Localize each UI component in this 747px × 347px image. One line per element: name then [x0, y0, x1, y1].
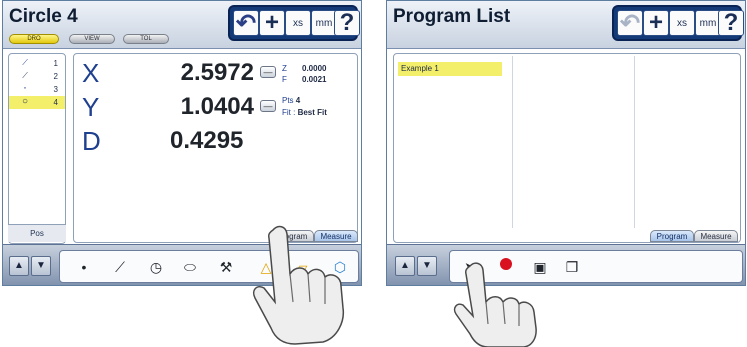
title-bar: Program List ↶ + xs mm ?: [387, 1, 745, 49]
y-zero-button[interactable]: —: [260, 100, 276, 112]
feature-number: 2: [53, 72, 58, 81]
f-readout: F 0.0021: [282, 75, 327, 84]
line-tool-icon[interactable]: ⟋: [110, 257, 130, 277]
feature-row[interactable]: · 3: [9, 80, 65, 96]
program-list[interactable]: Example 1 Program Measure: [393, 53, 741, 243]
d-axis-label: D: [82, 126, 101, 156]
x-axis-label: X: [82, 58, 100, 88]
feature-row[interactable]: ⟋ 1: [9, 57, 65, 70]
feature-number: 3: [53, 85, 58, 94]
scroll-up-button[interactable]: ▲: [395, 256, 415, 276]
circle-tool-icon[interactable]: ◷: [146, 257, 166, 277]
slot-tool-icon[interactable]: ⬭: [180, 257, 200, 277]
z-readout: Z 0.0000: [282, 64, 327, 73]
scroll-down-button[interactable]: ▼: [31, 256, 51, 276]
diameter-value: 0.4295: [170, 127, 244, 154]
distance-tool-icon[interactable]: ⚒: [216, 257, 236, 277]
undo-button[interactable]: ↶: [617, 10, 643, 37]
tab-measure[interactable]: Measure: [694, 230, 738, 242]
point-icon: ·: [23, 80, 27, 94]
fit-readout: Fit : Best Fit: [282, 108, 327, 117]
xs-button[interactable]: xs: [669, 10, 695, 36]
pointing-hand-icon: [252, 225, 345, 345]
add-feature-button[interactable]: +: [259, 9, 285, 36]
feature-number: 1: [53, 59, 58, 68]
title-bar: Circle 4 DRO VIEW TOL ↶ + xs mm ?: [3, 1, 361, 49]
help-button[interactable]: ?: [718, 9, 744, 36]
x-zero-button[interactable]: —: [260, 66, 276, 78]
y-value: 1.0404: [180, 93, 254, 120]
pointing-hand-icon: [453, 262, 537, 347]
x-value: 2.5972: [180, 59, 254, 86]
mode-tol-button[interactable]: TOL: [123, 34, 169, 44]
feature-number: 4: [53, 98, 58, 107]
toolbar: ↶ + xs mm ?: [612, 5, 744, 41]
screen-title: Program List: [393, 6, 511, 27]
program-item-example-1[interactable]: Example 1: [398, 62, 502, 76]
y-axis-label: Y: [82, 92, 100, 122]
circle-icon: ○: [21, 96, 29, 107]
tab-program[interactable]: Program: [650, 230, 694, 242]
add-feature-button[interactable]: +: [643, 9, 669, 36]
toolbar: ↶ + xs mm ?: [228, 5, 360, 41]
feature-list[interactable]: ⟋ 1 ⟋ 2 · 3 ○ 4: [8, 53, 66, 244]
program-screen: Program List ↶ + xs mm ? Example 1 Progr…: [386, 0, 746, 286]
dro-display: X 2.5972 — Y 1.0404 — D 0.4295 Z 0.0000 …: [73, 53, 358, 243]
mode-view-button[interactable]: VIEW: [69, 34, 115, 44]
xs-button[interactable]: xs: [285, 10, 311, 36]
column-divider: [512, 56, 513, 228]
screen-title: Circle 4: [9, 6, 78, 27]
line-icon: ⟋: [22, 58, 28, 67]
point-tool-icon[interactable]: •: [74, 257, 94, 277]
column-divider: [634, 56, 635, 228]
mode-dro-button[interactable]: DRO: [9, 34, 59, 44]
help-button[interactable]: ?: [334, 9, 360, 36]
feature-row-selected[interactable]: ○ 4: [9, 96, 65, 109]
undo-button[interactable]: ↶: [233, 10, 259, 37]
pts-readout: Pts 4: [282, 96, 301, 105]
scroll-up-button[interactable]: ▲: [9, 256, 29, 276]
pos-button[interactable]: Pos: [8, 224, 66, 242]
scroll-down-button[interactable]: ▼: [417, 256, 437, 276]
